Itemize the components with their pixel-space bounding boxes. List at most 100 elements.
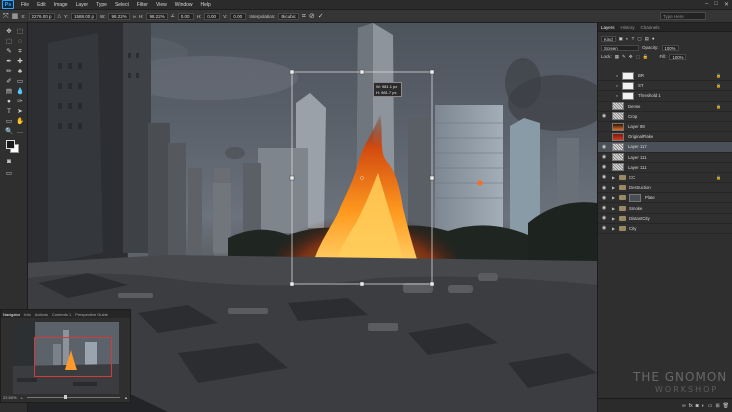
menu-view[interactable]: View xyxy=(152,2,171,8)
zoom-tool-icon[interactable]: 🔍 xyxy=(4,127,14,136)
layer-name[interactable]: BR xyxy=(638,73,644,78)
filter-toggle-icon[interactable]: ● xyxy=(652,36,655,41)
layer-name[interactable]: Layer 88 xyxy=(628,124,645,129)
layer-name[interactable]: City xyxy=(629,226,636,231)
dodge-tool-icon[interactable]: ● xyxy=(4,97,14,106)
navigator-thumbnail[interactable] xyxy=(13,322,119,394)
layer-name[interactable]: Plate xyxy=(645,195,655,200)
cancel-transform-icon[interactable]: ⊘ xyxy=(309,13,315,20)
layer-name[interactable]: Smoke xyxy=(629,206,642,211)
move-tool-icon[interactable]: ✥ xyxy=(4,27,14,36)
visibility-eye-icon[interactable]: ◉ xyxy=(601,195,607,201)
add-mask-icon[interactable]: ◙ xyxy=(696,403,699,409)
rotation-field[interactable]: 0.00 xyxy=(177,12,194,20)
warp-icon[interactable]: ⌗ xyxy=(302,13,306,20)
tab-contents[interactable]: Contents 1 xyxy=(52,312,71,317)
more-tools-icon[interactable]: … xyxy=(15,127,25,136)
minimize-button[interactable]: – xyxy=(705,1,708,8)
layer-row[interactable]: ◐ Threshold 1 xyxy=(598,91,732,102)
zoom-slider-knob[interactable] xyxy=(63,394,67,399)
new-group-icon[interactable]: ▭ xyxy=(708,403,713,409)
menu-edit[interactable]: Edit xyxy=(33,2,50,8)
tab-info[interactable]: Info xyxy=(24,312,31,317)
y-field[interactable]: 1588.00 p xyxy=(71,12,98,20)
maximize-button[interactable]: □ xyxy=(714,1,718,8)
reference-point-icon[interactable]: ▦ xyxy=(12,13,19,20)
menu-layer[interactable]: Layer xyxy=(72,2,93,8)
tab-actions[interactable]: Actions xyxy=(35,312,48,317)
visibility-eye-icon[interactable]: ◉ xyxy=(601,215,607,221)
filter-adjust-icon[interactable]: ◐ xyxy=(626,36,629,41)
fill-field[interactable]: 100% xyxy=(669,53,687,60)
layer-name[interactable]: Layer 117 xyxy=(628,144,647,149)
layer-row[interactable]: ◉ ▶ DistantCity xyxy=(598,214,732,224)
search-input[interactable]: Type Here xyxy=(660,12,706,20)
artboard-tool-icon[interactable]: ⬚ xyxy=(15,27,25,36)
type-tool-icon[interactable]: T xyxy=(4,107,14,116)
menu-window[interactable]: Window xyxy=(171,2,197,8)
layer-name[interactable]: Layer 111 xyxy=(628,165,646,170)
layer-name[interactable]: CC xyxy=(629,175,635,180)
opacity-field[interactable]: 100% xyxy=(661,44,679,51)
link-layers-icon[interactable]: ∞ xyxy=(682,403,686,409)
filter-shape-icon[interactable]: ▢ xyxy=(637,36,641,42)
expand-arrow-icon[interactable]: ▶ xyxy=(612,175,615,180)
interpolation-select[interactable]: Bicubic xyxy=(278,12,299,20)
visibility-eye-icon[interactable]: ◉ xyxy=(601,225,607,231)
hskew-field[interactable]: 0.00 xyxy=(204,12,221,20)
transform-tool-icon[interactable]: ⤧ xyxy=(3,13,9,20)
filter-pixel-icon[interactable]: ▣ xyxy=(619,36,623,42)
fx-icon[interactable]: fx xyxy=(689,403,693,409)
zoom-in-icon[interactable]: ▲ xyxy=(124,395,128,400)
stamp-tool-icon[interactable]: ♣ xyxy=(15,67,25,76)
lock-transparent-icon[interactable]: ▦ xyxy=(615,54,619,60)
vskew-field[interactable]: 0.00 xyxy=(230,12,247,20)
quick-select-icon[interactable]: ✎ xyxy=(4,47,14,56)
expand-arrow-icon[interactable]: ▶ xyxy=(612,195,615,200)
height-field[interactable]: 98.22% xyxy=(146,12,168,20)
kind-filter-select[interactable]: Kind xyxy=(601,35,616,42)
width-field[interactable]: 98.22% xyxy=(108,12,130,20)
new-layer-icon[interactable]: ⊞ xyxy=(715,403,719,409)
blend-mode-select[interactable]: Screen xyxy=(601,44,639,51)
tab-layers[interactable]: Layers xyxy=(601,25,615,30)
visibility-eye-icon[interactable]: ◉ xyxy=(601,185,607,191)
layer-row[interactable]: ◉ ▶ Destruction xyxy=(598,183,732,194)
hand-tool-icon[interactable]: ✋ xyxy=(15,117,25,126)
layer-row[interactable]: ◉ Layer 111 xyxy=(598,153,732,163)
path-select-icon[interactable]: ➤ xyxy=(15,107,25,116)
visibility-eye-icon[interactable]: ◉ xyxy=(601,205,607,211)
expand-arrow-icon[interactable]: ▶ xyxy=(612,216,615,221)
gradient-tool-icon[interactable]: ▤ xyxy=(4,87,14,96)
menu-help[interactable]: Help xyxy=(197,2,215,8)
close-button[interactable]: ✕ xyxy=(724,1,729,8)
blur-tool-icon[interactable]: 💧 xyxy=(15,87,25,96)
layer-name[interactable]: OriginalFlake xyxy=(628,134,653,139)
layer-row[interactable]: ◉ ▶ CC 🔒 xyxy=(598,173,732,184)
layer-row[interactable]: ◉ ▶ City xyxy=(598,224,732,234)
pen-tool-icon[interactable]: ✑ xyxy=(15,97,25,106)
layer-name[interactable]: ST xyxy=(638,83,644,88)
foreground-color-swatch[interactable] xyxy=(6,140,15,149)
lock-move-icon[interactable]: ✥ xyxy=(629,54,633,60)
lock-artboard-icon[interactable]: ⬚ xyxy=(636,54,640,60)
lock-brush-icon[interactable]: ✎ xyxy=(622,54,626,60)
marquee-tool-icon[interactable]: ⬚ xyxy=(4,37,14,46)
layer-name[interactable]: Threshold 1 xyxy=(638,93,661,98)
link-icon[interactable]: ∞ xyxy=(133,14,136,19)
tab-channels[interactable]: Channels xyxy=(641,25,660,30)
commit-transform-icon[interactable]: ✓ xyxy=(318,13,324,20)
visibility-eye-icon[interactable]: ◉ xyxy=(601,113,607,119)
layer-row[interactable]: ◉ Layer 111 xyxy=(598,163,732,173)
expand-arrow-icon[interactable]: ▶ xyxy=(612,206,615,211)
tab-history[interactable]: History xyxy=(621,25,635,30)
adjustment-layer-icon[interactable]: ◐ xyxy=(702,403,705,409)
zoom-level[interactable]: 22.50% xyxy=(3,395,17,400)
tab-navigator[interactable]: Navigator xyxy=(3,312,20,317)
menu-select[interactable]: Select xyxy=(111,2,133,8)
eraser-tool-icon[interactable]: ▭ xyxy=(15,77,25,86)
shape-tool-icon[interactable]: ▭ xyxy=(4,117,14,126)
screen-mode-icon[interactable]: ▭ xyxy=(4,169,14,178)
heal-tool-icon[interactable]: ✚ xyxy=(15,57,25,66)
tab-perspective-guide[interactable]: Perspective Guide xyxy=(75,312,108,317)
